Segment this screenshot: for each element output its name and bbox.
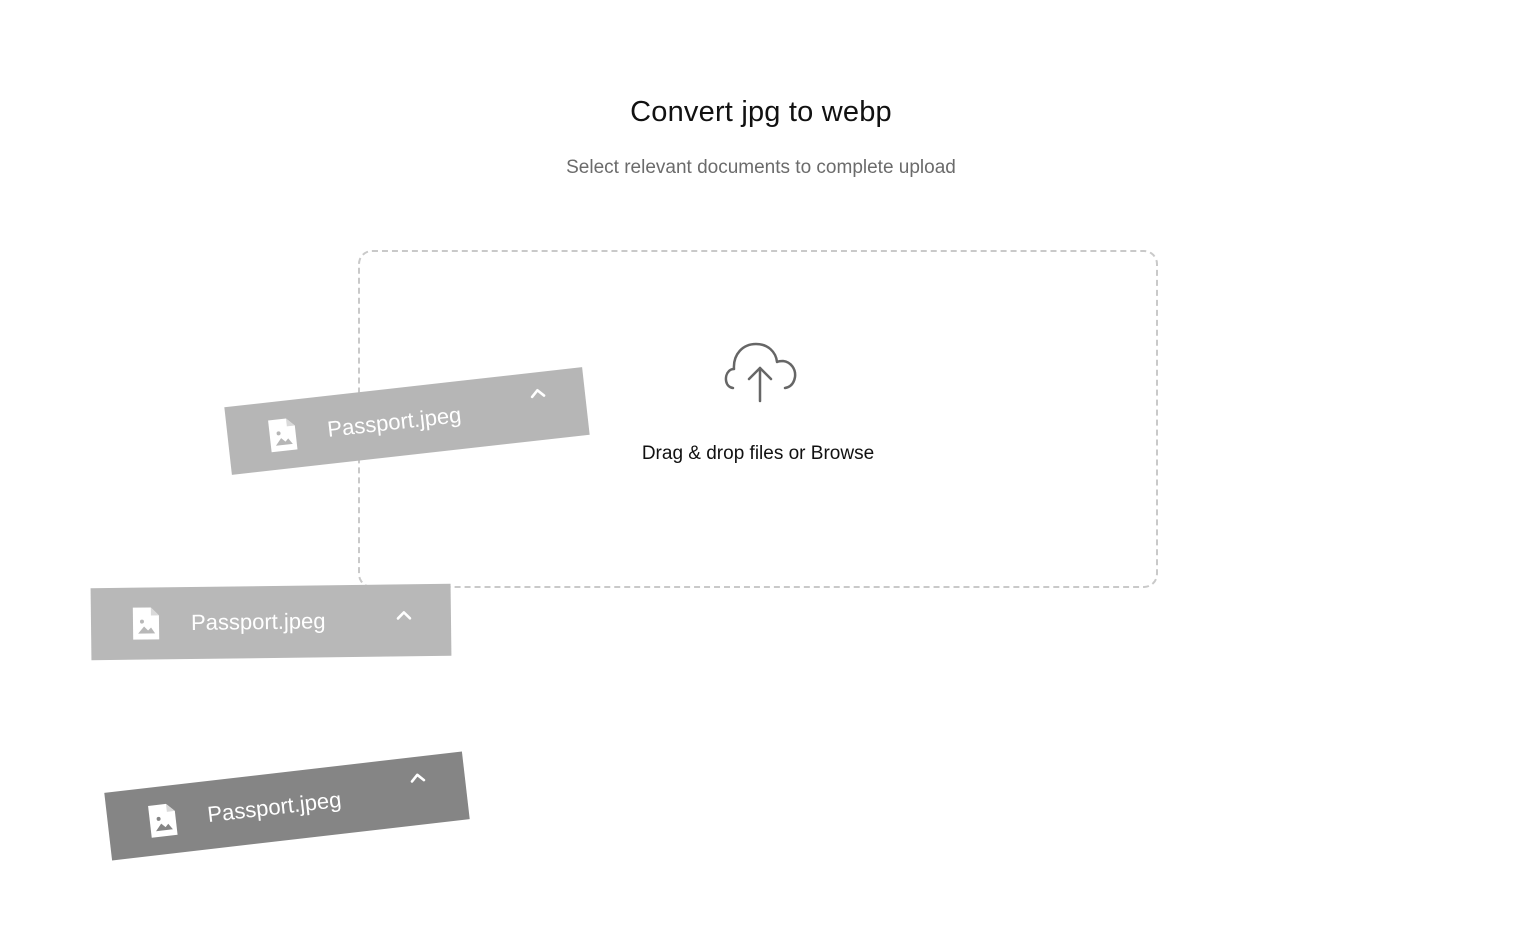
file-card[interactable]: Passport.jpeg [90,583,452,661]
image-file-icon [132,607,160,640]
file-name: Passport.jpeg [206,786,343,828]
chevron-up-icon[interactable] [393,604,415,626]
page-title: Convert jpg to webp [630,96,892,128]
file-name: Passport.jpeg [190,608,326,635]
dropzone-label[interactable]: Drag & drop files or Browse [558,443,958,465]
image-file-icon [148,803,178,838]
chevron-up-icon[interactable] [526,381,550,405]
file-name: Passport.jpeg [326,402,463,442]
page-subtitle: Select relevant documents to complete up… [566,157,956,178]
file-card[interactable]: Passport.jpeg [104,751,470,861]
upload-page: Convert jpg to webp Select relevant docu… [0,0,1525,930]
chevron-up-icon[interactable] [405,766,429,790]
cloud-upload-icon [724,342,797,403]
image-file-icon [268,418,298,453]
